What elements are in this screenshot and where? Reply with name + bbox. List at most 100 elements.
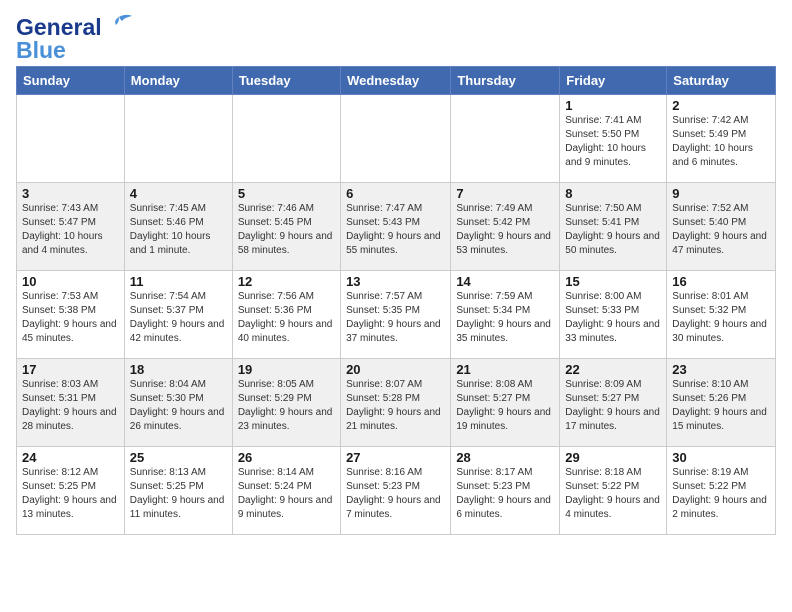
calendar-cell: 15Sunrise: 8:00 AM Sunset: 5:33 PM Dayli… xyxy=(560,271,667,359)
day-info: Sunrise: 7:47 AM Sunset: 5:43 PM Dayligh… xyxy=(346,202,445,258)
day-number: 20 xyxy=(346,362,445,377)
day-info: Sunrise: 8:13 AM Sunset: 5:25 PM Dayligh… xyxy=(130,466,227,522)
calendar-cell: 29Sunrise: 8:18 AM Sunset: 5:22 PM Dayli… xyxy=(560,447,667,535)
day-info: Sunrise: 7:57 AM Sunset: 5:35 PM Dayligh… xyxy=(346,290,445,346)
day-info: Sunrise: 8:07 AM Sunset: 5:28 PM Dayligh… xyxy=(346,378,445,434)
day-info: Sunrise: 8:08 AM Sunset: 5:27 PM Dayligh… xyxy=(456,378,554,434)
calendar-cell: 14Sunrise: 7:59 AM Sunset: 5:34 PM Dayli… xyxy=(451,271,560,359)
calendar-cell xyxy=(341,95,451,183)
day-number: 7 xyxy=(456,186,554,201)
day-number: 14 xyxy=(456,274,554,289)
calendar-table: Sunday Monday Tuesday Wednesday Thursday… xyxy=(16,66,776,535)
calendar-cell: 16Sunrise: 8:01 AM Sunset: 5:32 PM Dayli… xyxy=(667,271,776,359)
header-saturday: Saturday xyxy=(667,67,776,95)
day-info: Sunrise: 7:49 AM Sunset: 5:42 PM Dayligh… xyxy=(456,202,554,258)
calendar-cell: 21Sunrise: 8:08 AM Sunset: 5:27 PM Dayli… xyxy=(451,359,560,447)
header-tuesday: Tuesday xyxy=(232,67,340,95)
calendar-cell: 5Sunrise: 7:46 AM Sunset: 5:45 PM Daylig… xyxy=(232,183,340,271)
logo-blue: Blue xyxy=(16,39,134,62)
day-info: Sunrise: 7:42 AM Sunset: 5:49 PM Dayligh… xyxy=(672,114,770,170)
day-info: Sunrise: 8:17 AM Sunset: 5:23 PM Dayligh… xyxy=(456,466,554,522)
calendar-week-row: 24Sunrise: 8:12 AM Sunset: 5:25 PM Dayli… xyxy=(17,447,776,535)
calendar-week-row: 3Sunrise: 7:43 AM Sunset: 5:47 PM Daylig… xyxy=(17,183,776,271)
day-info: Sunrise: 8:01 AM Sunset: 5:32 PM Dayligh… xyxy=(672,290,770,346)
calendar-cell: 17Sunrise: 8:03 AM Sunset: 5:31 PM Dayli… xyxy=(17,359,125,447)
day-number: 13 xyxy=(346,274,445,289)
calendar-cell: 12Sunrise: 7:56 AM Sunset: 5:36 PM Dayli… xyxy=(232,271,340,359)
day-info: Sunrise: 7:54 AM Sunset: 5:37 PM Dayligh… xyxy=(130,290,227,346)
day-info: Sunrise: 7:52 AM Sunset: 5:40 PM Dayligh… xyxy=(672,202,770,258)
day-number: 17 xyxy=(22,362,119,377)
day-info: Sunrise: 8:18 AM Sunset: 5:22 PM Dayligh… xyxy=(565,466,661,522)
day-number: 15 xyxy=(565,274,661,289)
day-info: Sunrise: 7:53 AM Sunset: 5:38 PM Dayligh… xyxy=(22,290,119,346)
day-number: 30 xyxy=(672,450,770,465)
day-info: Sunrise: 8:14 AM Sunset: 5:24 PM Dayligh… xyxy=(238,466,335,522)
calendar-week-row: 1Sunrise: 7:41 AM Sunset: 5:50 PM Daylig… xyxy=(17,95,776,183)
calendar-week-row: 10Sunrise: 7:53 AM Sunset: 5:38 PM Dayli… xyxy=(17,271,776,359)
day-number: 16 xyxy=(672,274,770,289)
day-number: 1 xyxy=(565,98,661,113)
day-info: Sunrise: 8:12 AM Sunset: 5:25 PM Dayligh… xyxy=(22,466,119,522)
day-number: 29 xyxy=(565,450,661,465)
calendar-cell: 25Sunrise: 8:13 AM Sunset: 5:25 PM Dayli… xyxy=(124,447,232,535)
calendar-cell: 13Sunrise: 7:57 AM Sunset: 5:35 PM Dayli… xyxy=(341,271,451,359)
day-number: 3 xyxy=(22,186,119,201)
day-number: 9 xyxy=(672,186,770,201)
calendar-cell: 3Sunrise: 7:43 AM Sunset: 5:47 PM Daylig… xyxy=(17,183,125,271)
header-thursday: Thursday xyxy=(451,67,560,95)
day-number: 21 xyxy=(456,362,554,377)
calendar-cell: 20Sunrise: 8:07 AM Sunset: 5:28 PM Dayli… xyxy=(341,359,451,447)
logo-general: General xyxy=(16,16,102,39)
day-number: 23 xyxy=(672,362,770,377)
day-info: Sunrise: 8:03 AM Sunset: 5:31 PM Dayligh… xyxy=(22,378,119,434)
calendar-cell: 19Sunrise: 8:05 AM Sunset: 5:29 PM Dayli… xyxy=(232,359,340,447)
calendar-cell: 28Sunrise: 8:17 AM Sunset: 5:23 PM Dayli… xyxy=(451,447,560,535)
day-number: 4 xyxy=(130,186,227,201)
day-number: 12 xyxy=(238,274,335,289)
header-wednesday: Wednesday xyxy=(341,67,451,95)
day-info: Sunrise: 8:05 AM Sunset: 5:29 PM Dayligh… xyxy=(238,378,335,434)
day-info: Sunrise: 7:43 AM Sunset: 5:47 PM Dayligh… xyxy=(22,202,119,258)
calendar-cell: 24Sunrise: 8:12 AM Sunset: 5:25 PM Dayli… xyxy=(17,447,125,535)
day-number: 5 xyxy=(238,186,335,201)
day-info: Sunrise: 8:10 AM Sunset: 5:26 PM Dayligh… xyxy=(672,378,770,434)
calendar-cell xyxy=(124,95,232,183)
calendar-cell: 7Sunrise: 7:49 AM Sunset: 5:42 PM Daylig… xyxy=(451,183,560,271)
calendar-cell xyxy=(451,95,560,183)
day-info: Sunrise: 7:41 AM Sunset: 5:50 PM Dayligh… xyxy=(565,114,661,170)
logo-bird-icon xyxy=(104,13,134,37)
day-number: 24 xyxy=(22,450,119,465)
calendar-cell: 10Sunrise: 7:53 AM Sunset: 5:38 PM Dayli… xyxy=(17,271,125,359)
calendar-cell xyxy=(232,95,340,183)
calendar-cell: 26Sunrise: 8:14 AM Sunset: 5:24 PM Dayli… xyxy=(232,447,340,535)
day-number: 27 xyxy=(346,450,445,465)
day-number: 6 xyxy=(346,186,445,201)
day-number: 28 xyxy=(456,450,554,465)
day-info: Sunrise: 7:46 AM Sunset: 5:45 PM Dayligh… xyxy=(238,202,335,258)
day-number: 2 xyxy=(672,98,770,113)
calendar-cell xyxy=(17,95,125,183)
calendar-cell: 1Sunrise: 7:41 AM Sunset: 5:50 PM Daylig… xyxy=(560,95,667,183)
day-info: Sunrise: 7:59 AM Sunset: 5:34 PM Dayligh… xyxy=(456,290,554,346)
calendar-cell: 27Sunrise: 8:16 AM Sunset: 5:23 PM Dayli… xyxy=(341,447,451,535)
day-number: 22 xyxy=(565,362,661,377)
day-number: 25 xyxy=(130,450,227,465)
calendar-cell: 30Sunrise: 8:19 AM Sunset: 5:22 PM Dayli… xyxy=(667,447,776,535)
day-info: Sunrise: 8:19 AM Sunset: 5:22 PM Dayligh… xyxy=(672,466,770,522)
day-number: 8 xyxy=(565,186,661,201)
header-sunday: Sunday xyxy=(17,67,125,95)
day-number: 11 xyxy=(130,274,227,289)
day-info: Sunrise: 8:04 AM Sunset: 5:30 PM Dayligh… xyxy=(130,378,227,434)
day-info: Sunrise: 8:00 AM Sunset: 5:33 PM Dayligh… xyxy=(565,290,661,346)
header-monday: Monday xyxy=(124,67,232,95)
calendar-cell: 18Sunrise: 8:04 AM Sunset: 5:30 PM Dayli… xyxy=(124,359,232,447)
calendar-header-row: Sunday Monday Tuesday Wednesday Thursday… xyxy=(17,67,776,95)
calendar-cell: 4Sunrise: 7:45 AM Sunset: 5:46 PM Daylig… xyxy=(124,183,232,271)
calendar-cell: 23Sunrise: 8:10 AM Sunset: 5:26 PM Dayli… xyxy=(667,359,776,447)
day-info: Sunrise: 7:56 AM Sunset: 5:36 PM Dayligh… xyxy=(238,290,335,346)
day-number: 26 xyxy=(238,450,335,465)
day-number: 19 xyxy=(238,362,335,377)
calendar-cell: 11Sunrise: 7:54 AM Sunset: 5:37 PM Dayli… xyxy=(124,271,232,359)
calendar-cell: 9Sunrise: 7:52 AM Sunset: 5:40 PM Daylig… xyxy=(667,183,776,271)
